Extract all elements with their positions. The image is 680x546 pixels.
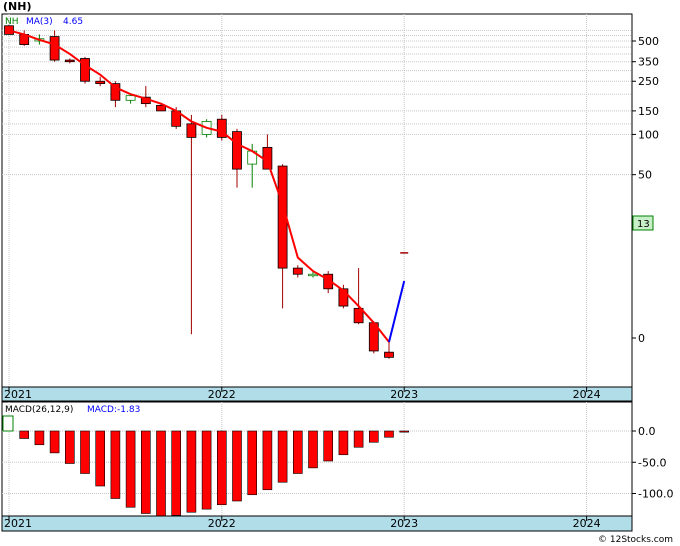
- macd-x-tick-label: 2024: [573, 517, 601, 530]
- macd-bar: [399, 430, 410, 433]
- macd-bar: [217, 430, 227, 506]
- copyright: © 12Stocks.com: [598, 535, 673, 545]
- macd-x-tick-label: 2023: [390, 517, 418, 530]
- macd-legend-label: MACD(26,12,9): [5, 405, 73, 415]
- macd-y-tick-label: -50.0: [638, 456, 666, 469]
- candle-body: [95, 80, 106, 85]
- macd-bar: [141, 430, 151, 514]
- price-x-tick-label: 2021: [4, 388, 32, 401]
- price-x-tick-label: 2024: [573, 388, 601, 401]
- price-y-tick-label: 50: [638, 169, 652, 182]
- macd-bar: [171, 430, 181, 516]
- candle-body: [186, 123, 197, 138]
- macd-bar: [201, 430, 212, 510]
- macd-bar: [232, 430, 242, 502]
- macd-bar: [65, 430, 75, 464]
- price-y-tick-label: 500: [638, 35, 659, 48]
- stock-chart: 500350250150100500 2021 2022 2023 2024 (NH)…: [0, 0, 680, 546]
- last-price-badge-text: 13: [637, 219, 650, 230]
- legend-ma-label: MA(3): [26, 17, 53, 27]
- macd-bar: [95, 430, 105, 487]
- legend-ma-value: 4.65: [63, 17, 83, 27]
- macd-bar: [262, 430, 273, 491]
- macd-bar: [277, 430, 288, 483]
- macd-x-axis-strip: [1, 515, 633, 532]
- macd-y-tick-label: 0.0: [638, 425, 656, 438]
- macd-bar: [292, 430, 303, 474]
- macd-legend-swatch: [2, 415, 14, 432]
- candle-body: [4, 25, 14, 35]
- price-y-tick-label: 0: [638, 332, 645, 345]
- legend-symbol: NH: [5, 17, 19, 27]
- chart-title: (NH): [3, 0, 31, 13]
- price-x-tick-label: 2022: [208, 388, 236, 401]
- macd-bar: [323, 430, 334, 462]
- price-x-axis-strip: [1, 386, 633, 402]
- macd-bar: [353, 430, 364, 448]
- macd-bar: [34, 430, 45, 446]
- macd-bar: [186, 430, 197, 513]
- price-y-tick-label: 250: [638, 75, 659, 88]
- candle-body: [64, 59, 75, 63]
- macd-bar: [80, 430, 90, 474]
- candle-body: [308, 273, 318, 277]
- candle-body: [232, 131, 242, 170]
- macd-x-tick-label: 2021: [4, 517, 32, 530]
- candle-body: [49, 36, 60, 61]
- macd-bar: [308, 430, 318, 469]
- candle-body: [292, 267, 303, 275]
- macd-legend-value: MACD:-1.83: [87, 405, 140, 415]
- macd-bar: [49, 430, 60, 454]
- price-y-tick-label: 100: [638, 128, 659, 141]
- macd-bar: [110, 430, 121, 499]
- macd-bar: [368, 430, 379, 443]
- price-y-tick-label: 350: [638, 56, 659, 69]
- candle-body: [384, 351, 394, 358]
- macd-bar: [19, 430, 30, 439]
- candle-body: [125, 95, 136, 101]
- macd-bar: [384, 430, 394, 438]
- macd-bar: [247, 430, 257, 496]
- macd-x-tick-label: 2022: [208, 517, 236, 530]
- macd-bar: [338, 430, 349, 456]
- macd-bar: [156, 430, 166, 517]
- macd-bar: [125, 430, 136, 508]
- macd-y-tick-label: -100.0: [638, 488, 673, 501]
- price-y-tick-label: 150: [638, 105, 659, 118]
- price-x-tick-label: 2023: [390, 388, 418, 401]
